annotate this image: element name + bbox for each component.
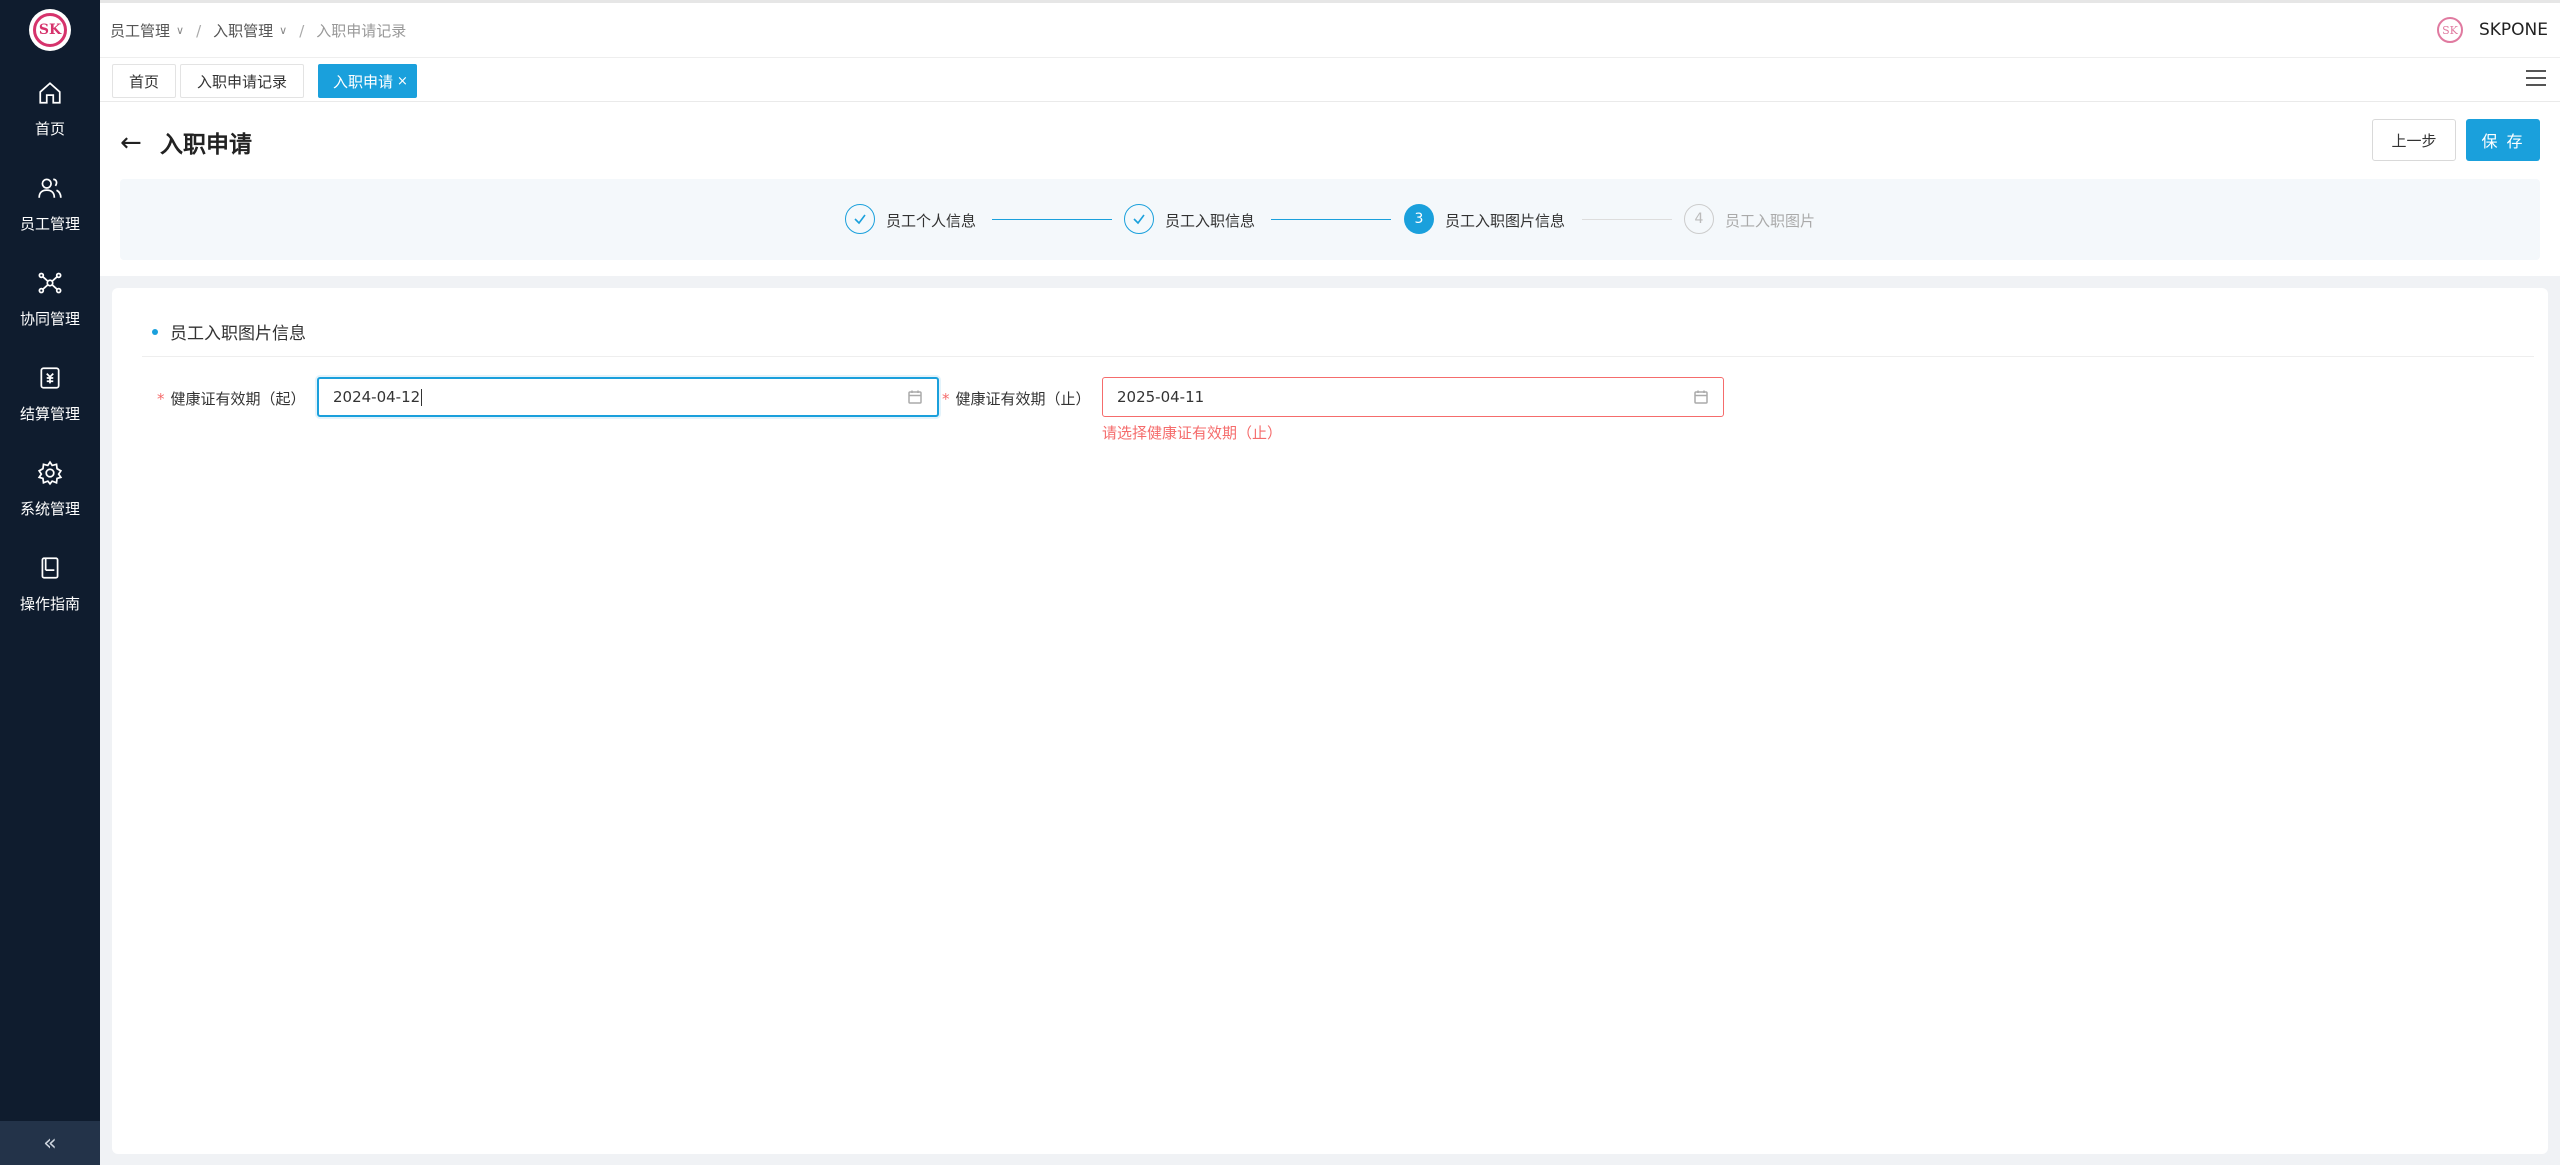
breadcrumb-item-onboarding[interactable]: 入职管理 ∨ xyxy=(213,20,287,41)
tab-label: 入职申请记录 xyxy=(197,72,288,91)
step-label: 员工入职图片 xyxy=(1725,212,1816,230)
home-icon xyxy=(37,80,63,106)
validation-error-message: 请选择健康证有效期（止） xyxy=(1102,424,1283,442)
breadcrumb-item-current: 入职申请记录 xyxy=(316,22,407,40)
health-cert-start-label: * 健康证有效期（起） xyxy=(157,388,306,409)
brand-logo-mark: SK xyxy=(33,13,67,47)
top-header: 员工管理 ∨ / 入职管理 ∨ / 入职申请记录 SK SKPONE xyxy=(100,0,2560,58)
step-connector xyxy=(992,219,1112,220)
step-label: 员工入职图片信息 xyxy=(1445,212,1566,230)
section-dot xyxy=(152,328,158,335)
brand-logo[interactable]: SK xyxy=(29,9,71,51)
sidebar-item-label: 系统管理 xyxy=(19,500,80,518)
breadcrumb-separator: / xyxy=(299,21,305,40)
step-number: 4 xyxy=(1684,204,1714,234)
tab-onboarding-records[interactable]: 入职申请记录 xyxy=(180,64,305,98)
user-menu[interactable]: SK SKPONE xyxy=(2436,17,2548,43)
sidebar-item-label: 协同管理 xyxy=(19,310,80,328)
book-icon xyxy=(37,555,63,581)
tab-label: 入职申请 xyxy=(333,72,394,91)
gear-icon xyxy=(37,460,63,486)
user-name: SKPONE xyxy=(2478,20,2548,40)
back-arrow-icon[interactable]: ← xyxy=(120,128,142,158)
check-icon xyxy=(845,204,875,234)
user-avatar: SK xyxy=(2436,17,2463,43)
users-icon xyxy=(37,175,63,201)
tabs-bar: 首页 入职申请记录 入职申请 × xyxy=(100,58,2560,102)
step-label: 员工个人信息 xyxy=(886,212,977,230)
step-number: 3 xyxy=(1404,204,1434,234)
breadcrumb-label: 员工管理 xyxy=(110,22,171,40)
calendar-icon[interactable] xyxy=(1693,389,1709,405)
text-caret xyxy=(421,389,423,406)
chevron-down-icon: ∨ xyxy=(176,24,185,37)
sidebar-item-guide[interactable]: 操作指南 xyxy=(0,547,100,627)
page-header: ← 入职申请 上一步 保 存 员工个人信息 员工入职信息 3 员工入职图片信息 … xyxy=(100,102,2560,276)
tab-onboarding-application[interactable]: 入职申请 × xyxy=(318,64,417,98)
sidebar-collapse-button[interactable]: « xyxy=(0,1121,100,1165)
sidebar-item-label: 操作指南 xyxy=(19,595,80,613)
field-label-text: 健康证有效期（起） xyxy=(170,390,306,408)
form-card: 员工入职图片信息 * 健康证有效期（起） 2024-04-12 * 健康证有效期（止… xyxy=(112,288,2548,1154)
sidebar-item-label: 首页 xyxy=(34,120,65,138)
page-title: 入职申请 xyxy=(160,132,252,158)
tab-label: 首页 xyxy=(129,72,160,91)
check-icon xyxy=(1124,204,1154,234)
calendar-icon[interactable] xyxy=(907,389,923,405)
step-label: 员工入职信息 xyxy=(1165,212,1256,230)
breadcrumb-separator: / xyxy=(196,21,202,40)
required-mark: * xyxy=(942,390,950,408)
section-title-text: 员工入职图片信息 xyxy=(170,324,306,344)
breadcrumb-item-employees[interactable]: 员工管理 ∨ xyxy=(110,20,184,41)
sidebar-item-label: 结算管理 xyxy=(19,405,80,423)
hamburger-menu-icon[interactable] xyxy=(2526,70,2546,88)
required-mark: * xyxy=(157,390,165,408)
field-label-text: 健康证有效期（止） xyxy=(955,390,1091,408)
settlement-icon xyxy=(37,365,63,391)
chevron-down-icon: ∨ xyxy=(279,24,288,37)
date-value: 2024-04-12 xyxy=(333,388,421,406)
previous-step-button[interactable]: 上一步 xyxy=(2372,119,2456,161)
section-title: 员工入职图片信息 xyxy=(152,319,306,344)
sidebar-item-system[interactable]: 系统管理 xyxy=(0,452,100,532)
date-value: 2025-04-11 xyxy=(1117,388,1205,406)
sidebar-item-settlement[interactable]: 结算管理 xyxy=(0,357,100,437)
save-button[interactable]: 保 存 xyxy=(2466,119,2540,161)
step-connector xyxy=(1271,219,1391,220)
health-cert-start-date-input[interactable]: 2024-04-12 xyxy=(317,377,939,417)
health-cert-end-label: * 健康证有效期（止） xyxy=(942,388,1091,409)
double-chevron-left-icon: « xyxy=(43,1130,57,1156)
network-icon xyxy=(37,270,63,296)
sidebar-item-employees[interactable]: 员工管理 xyxy=(0,167,100,247)
sidebar: SK 首页 员工管理 协同管理 结算管理 系统管理 操作指南 « xyxy=(0,0,100,1165)
health-cert-end-date-input[interactable]: 2025-04-11 xyxy=(1102,377,1724,417)
close-icon[interactable]: × xyxy=(397,74,408,89)
breadcrumb-label: 入职管理 xyxy=(213,22,274,40)
step-connector xyxy=(1582,219,1672,220)
sidebar-item-home[interactable]: 首页 xyxy=(0,72,100,152)
breadcrumb: 员工管理 ∨ / 入职管理 ∨ / 入职申请记录 xyxy=(110,20,406,41)
sidebar-item-label: 员工管理 xyxy=(19,215,80,233)
tab-home[interactable]: 首页 xyxy=(112,64,177,98)
steps-bar: 员工个人信息 员工入职信息 3 员工入职图片信息 4 员工入职图片 xyxy=(120,179,2540,260)
sidebar-item-collaboration[interactable]: 协同管理 xyxy=(0,262,100,342)
divider xyxy=(142,356,2534,357)
